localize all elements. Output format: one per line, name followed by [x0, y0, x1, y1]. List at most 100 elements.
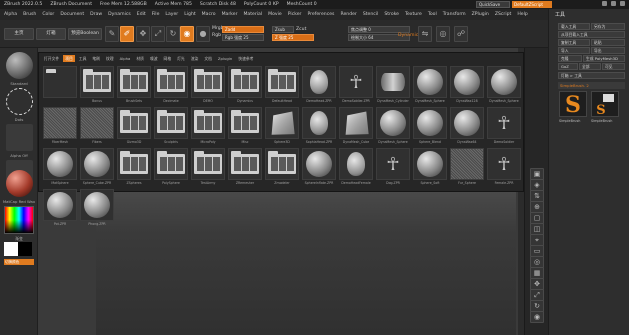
lightbox-tab[interactable]: 工具: [77, 55, 89, 62]
menu-item-render[interactable]: Render: [340, 12, 356, 17]
lightbox-item[interactable]: FiberMesh: [42, 106, 78, 147]
lightbox-tab[interactable]: 打开文件: [42, 55, 61, 62]
menu-item-movie[interactable]: Movie: [268, 12, 282, 17]
sym-button[interactable]: ⇋: [418, 26, 432, 42]
lightbox-item[interactable]: DynaMesh_Cube: [338, 106, 374, 147]
menu-item-dynamics[interactable]: Dynamics: [108, 12, 131, 17]
menu-item-file[interactable]: File: [152, 12, 160, 17]
menu-item-picker[interactable]: Picker: [288, 12, 302, 17]
lightbox-item[interactable]: Fur_Sphere: [449, 147, 485, 188]
lightbox-tab[interactable]: 项目: [63, 55, 75, 62]
menu-item-stencil[interactable]: Stencil: [363, 12, 379, 17]
mrgb-button[interactable]: ◉: [180, 26, 194, 42]
menu-item-zscript[interactable]: ZScript: [495, 12, 511, 17]
menu-item-brush[interactable]: Brush: [23, 12, 36, 17]
lightbox-item[interactable]: Sculptris: [153, 106, 189, 147]
lightbox-tab[interactable]: 笔刷: [90, 55, 102, 62]
edit-button[interactable]: ✎: [105, 26, 119, 42]
paste-tool-button[interactable]: 粘贴: [591, 39, 625, 46]
lightbox-item[interactable]: DynaMesh_Cylinder: [375, 65, 411, 106]
lightbox-item[interactable]: Sphere3D: [264, 106, 300, 147]
menu-item-transform[interactable]: Transform: [443, 12, 466, 17]
lightbox-item[interactable]: Dynamics: [227, 65, 263, 106]
menu-item-light[interactable]: Light: [184, 12, 195, 17]
lightbox-item[interactable]: [42, 65, 78, 106]
lightbox-item[interactable]: DynaWax128: [449, 65, 485, 106]
lightbox-item[interactable]: PolySphere: [153, 147, 189, 188]
rgb-intensity-slider[interactable]: Rgb 强度 25: [222, 34, 264, 41]
lightbox-tab[interactable]: Alpha: [118, 55, 133, 62]
menu-item-macro[interactable]: Macro: [202, 12, 216, 17]
lightbox-item[interactable]: DemoHead.ZPR: [301, 65, 337, 106]
lightbox-tab[interactable]: 网格: [162, 55, 174, 62]
rotate-button[interactable]: ↻: [166, 26, 180, 42]
lightbox-item[interactable]: Gizmo3D: [116, 106, 152, 147]
focal-shift-slider[interactable]: 焦点调整 0: [348, 26, 410, 33]
lightbox-tab[interactable]: 快速参考: [236, 55, 255, 62]
secondary-color-swatch[interactable]: [18, 242, 32, 256]
lightbox-item[interactable]: Fibers: [79, 106, 115, 147]
home-button[interactable]: 主页: [4, 28, 34, 40]
maximize-icon[interactable]: [611, 1, 616, 6]
rgb-label[interactable]: Rgb: [212, 33, 221, 38]
quicksave-button[interactable]: QuickSave: [476, 1, 510, 8]
lightbox-item[interactable]: ☥ DemoSoldier: [486, 106, 522, 147]
menu-item-texture[interactable]: Texture: [405, 12, 422, 17]
scale-button[interactable]: ⤢: [151, 26, 165, 42]
lightbox-item[interactable]: Bonus: [79, 65, 115, 106]
all-button[interactable]: 全部: [579, 63, 601, 70]
material-icon[interactable]: [6, 170, 33, 197]
menu-item-color[interactable]: Color: [42, 12, 54, 17]
lightbox-item[interactable]: Sphere_Blend: [412, 106, 448, 147]
copy-tool-button[interactable]: 复制工具: [558, 39, 590, 46]
goz-button[interactable]: GoZ: [558, 63, 578, 70]
save-as-button[interactable]: 另存为: [591, 23, 625, 30]
menu-item-document[interactable]: Document: [60, 12, 84, 17]
load-from-project-button[interactable]: 从项目载入工具: [558, 31, 625, 38]
lightbox-item[interactable]: ZSpheres: [116, 147, 152, 188]
zcut-label[interactable]: Zcut: [296, 27, 306, 32]
lightbox-item[interactable]: Phong.ZPR: [79, 188, 115, 229]
minimize-icon[interactable]: [602, 1, 607, 6]
lightbox-item[interactable]: DynaMesh_Sphere: [486, 65, 522, 106]
color-picker[interactable]: [4, 206, 34, 234]
menu-item-marker[interactable]: Marker: [222, 12, 238, 17]
dock-solo-button[interactable]: ◉: [530, 311, 544, 323]
make-polymesh-button[interactable]: 生成 PolyMesh3D: [583, 55, 625, 62]
lightbox-item[interactable]: Sphere_Cube.ZPR: [79, 147, 115, 188]
simplebrush-tool-icon[interactable]: S: [559, 91, 587, 118]
lightbox-item[interactable]: Misc: [227, 106, 263, 147]
lightbox-item[interactable]: DEMO: [190, 65, 226, 106]
lightbox-item[interactable]: Pot.ZPR: [42, 188, 78, 229]
lightbox-tab[interactable]: 文档: [202, 55, 214, 62]
zadd-button[interactable]: Zadd: [222, 26, 264, 33]
lightbox-item[interactable]: SophiaHead.ZPR: [301, 106, 337, 147]
export-button[interactable]: 导出: [591, 47, 625, 54]
lightbox-item[interactable]: ZRemesher: [227, 147, 263, 188]
load-tool-button[interactable]: 载入工具: [558, 23, 590, 30]
menu-item-edit[interactable]: Edit: [137, 12, 146, 17]
material-button[interactable]: ●: [196, 26, 210, 42]
menu-item-alpha[interactable]: Alpha: [4, 12, 17, 17]
lightbox-tools-button[interactable]: 灯箱 > 工具: [558, 72, 625, 79]
simplebrush-tool-icon-2[interactable]: S: [591, 91, 619, 118]
lightbox-item[interactable]: DefaultHead: [264, 65, 300, 106]
menu-item-material[interactable]: Material: [243, 12, 262, 17]
lightbox-item[interactable]: TestArmy: [190, 147, 226, 188]
lightbox-item[interactable]: ☥ Dog.ZPR: [375, 147, 411, 188]
lightbox-item[interactable]: DynaMesh_Sphere: [412, 65, 448, 106]
draw-button[interactable]: ✐: [120, 26, 134, 42]
preview-boolean-button[interactable]: 预览Boolean: [68, 28, 102, 40]
switch-color-button[interactable]: 切换颜色: [4, 259, 34, 265]
menu-item-draw[interactable]: Draw: [90, 12, 102, 17]
lightbox-item[interactable]: Zmodeler: [264, 147, 300, 188]
move-button[interactable]: ✥: [136, 26, 150, 42]
clone-button[interactable]: 克隆: [558, 55, 582, 62]
lightbox-item[interactable]: ☥ DemoSoldier.ZPR: [338, 65, 374, 106]
visible-button[interactable]: 可见: [602, 63, 625, 70]
lazy-button[interactable]: ☍: [454, 26, 468, 42]
menu-item-stroke[interactable]: Stroke: [384, 12, 399, 17]
lightbox-item[interactable]: BrushSets: [116, 65, 152, 106]
z-intensity-slider[interactable]: Z 强度 25: [272, 34, 314, 41]
close-icon[interactable]: [620, 1, 625, 6]
